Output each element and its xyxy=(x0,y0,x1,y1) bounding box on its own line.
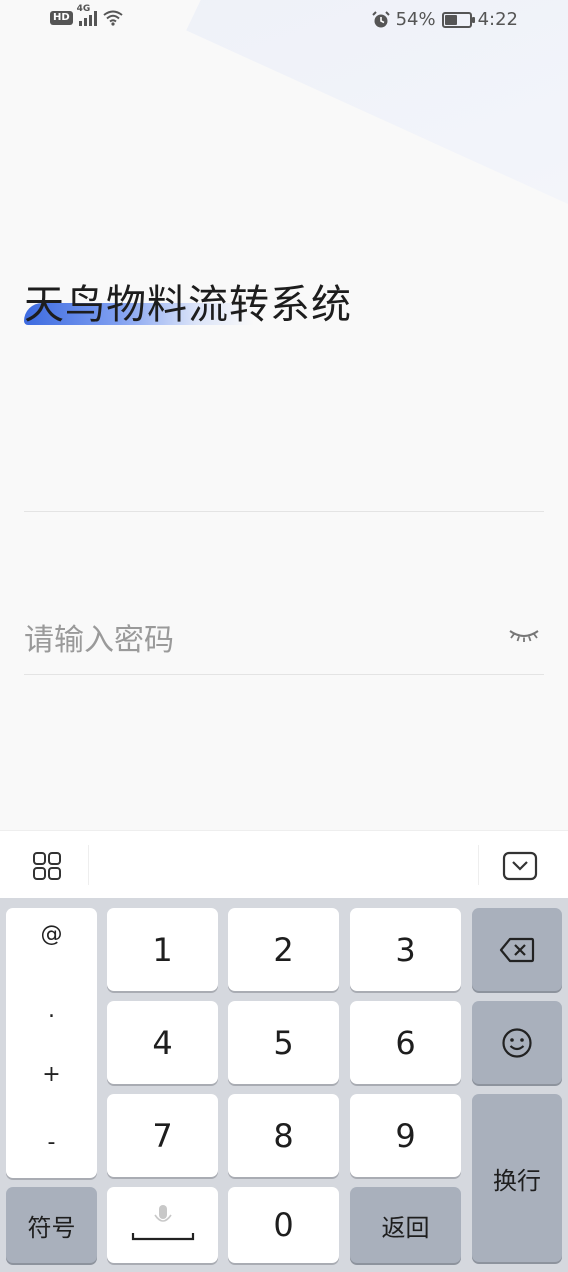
symbols-key[interactable]: 符号 xyxy=(6,1187,97,1263)
key-5[interactable]: 5 xyxy=(228,1001,339,1084)
hd-icon: HD xyxy=(50,11,73,25)
backspace-icon xyxy=(499,937,535,962)
status-left: HD 4G xyxy=(50,4,123,26)
enter-key[interactable]: 换行 xyxy=(472,1094,562,1262)
key-6[interactable]: 6 xyxy=(350,1001,461,1084)
keyboard-collapse-icon[interactable] xyxy=(502,851,538,881)
clock: 4:22 xyxy=(477,9,518,30)
network-type: 4G xyxy=(76,4,91,14)
back-key[interactable]: 返回 xyxy=(350,1187,461,1263)
status-bar: HD 4G 54% 4:22 xyxy=(0,0,568,42)
key-1[interactable]: 1 xyxy=(107,908,218,991)
key-at[interactable]: @ xyxy=(6,922,97,947)
battery-percent: 54% xyxy=(395,9,436,30)
page-title: 天鸟物料流转系统 xyxy=(24,282,352,328)
key-dot[interactable]: . xyxy=(6,998,97,1023)
emoji-key[interactable] xyxy=(472,1001,562,1084)
key-plus[interactable]: + xyxy=(6,1062,97,1087)
microphone-space-icon xyxy=(131,1205,194,1241)
eye-closed-icon[interactable] xyxy=(508,625,540,645)
key-4[interactable]: 4 xyxy=(107,1001,218,1084)
smiley-icon xyxy=(502,1027,532,1058)
key-minus[interactable]: - xyxy=(6,1130,97,1155)
key-9[interactable]: 9 xyxy=(350,1094,461,1177)
toolbar-separator xyxy=(88,845,89,885)
keyboard-toolbar xyxy=(0,830,568,898)
alarm-icon xyxy=(371,10,390,27)
symbol-column: @ . + - xyxy=(6,908,97,1178)
space-key[interactable] xyxy=(107,1187,218,1263)
numeric-keyboard: @ . + - 1 2 3 4 5 6 7 8 9 换行 符号 0 返回 xyxy=(0,898,568,1272)
password-field-underline xyxy=(24,674,544,675)
background-decoration xyxy=(186,0,568,280)
backspace-key[interactable] xyxy=(472,908,562,991)
password-input[interactable] xyxy=(24,610,544,670)
signal-icon: 4G xyxy=(77,4,97,26)
apps-grid-icon[interactable] xyxy=(32,851,62,881)
key-0[interactable]: 0 xyxy=(228,1187,339,1263)
key-8[interactable]: 8 xyxy=(228,1094,339,1177)
key-7[interactable]: 7 xyxy=(107,1094,218,1177)
status-right: 54% 4:22 xyxy=(371,9,518,30)
toolbar-separator xyxy=(478,845,479,885)
screen: { "status_bar": { "hd": "HD", "network":… xyxy=(0,0,568,1272)
username-field-underline[interactable] xyxy=(24,511,544,512)
battery-icon xyxy=(441,11,475,28)
key-3[interactable]: 3 xyxy=(350,908,461,991)
wifi-icon xyxy=(103,10,123,26)
key-2[interactable]: 2 xyxy=(228,908,339,991)
